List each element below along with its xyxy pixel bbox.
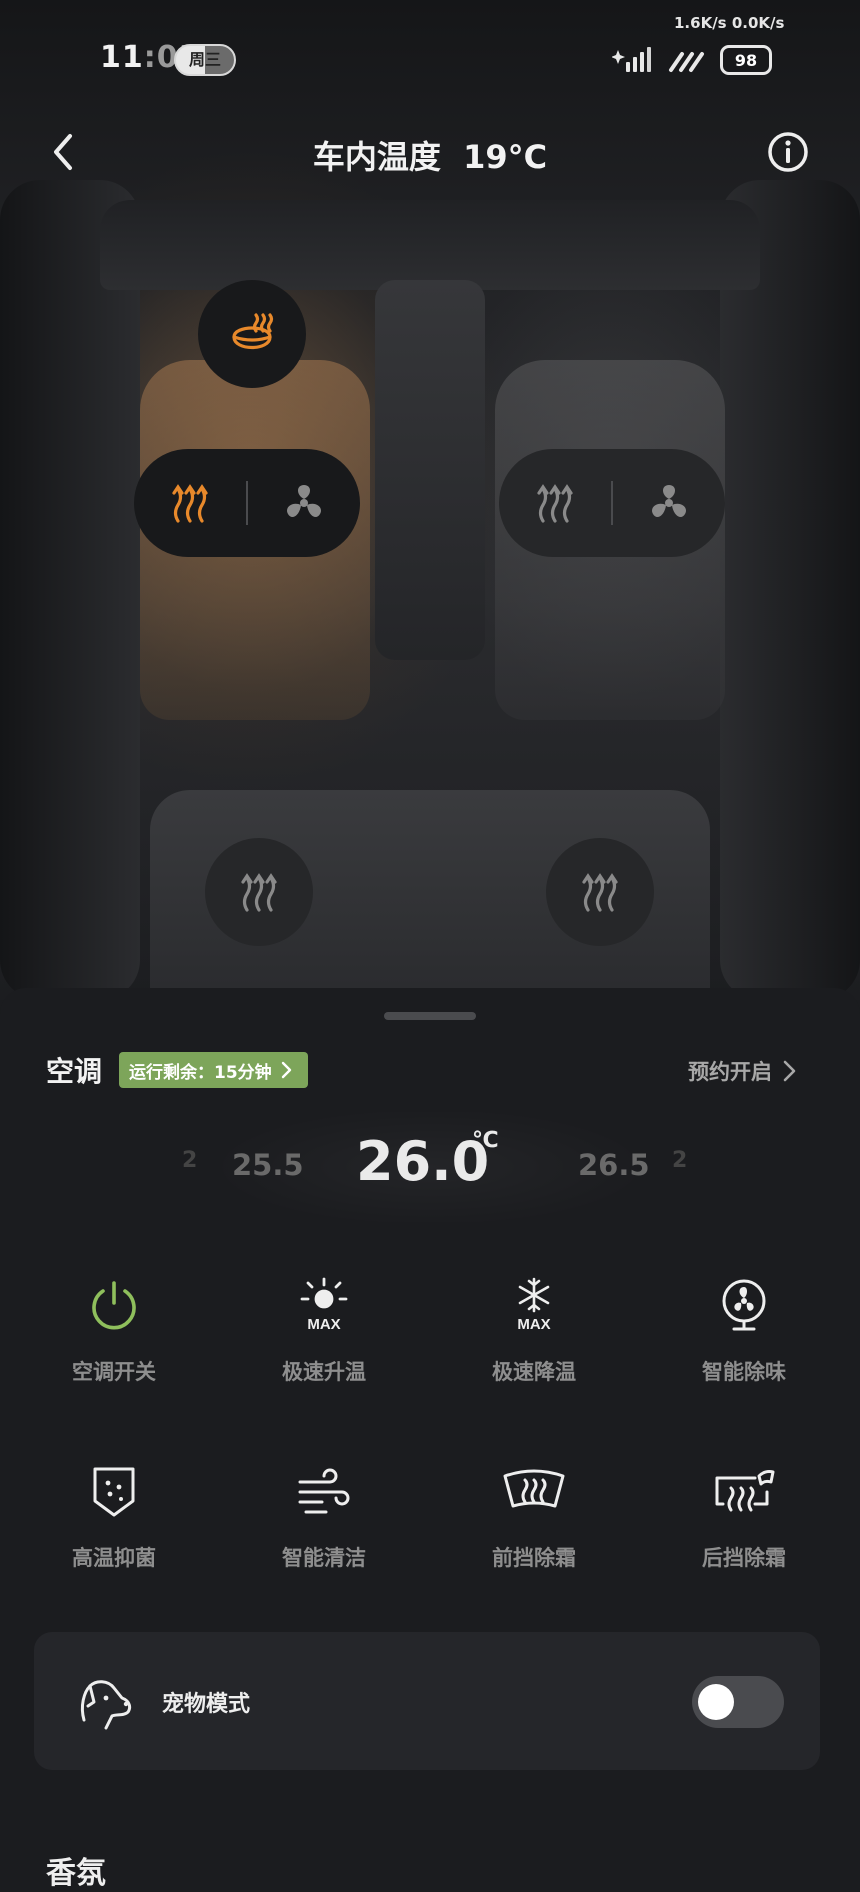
front-defrost-icon	[503, 1469, 565, 1508]
rear-defrost-button[interactable]: 后挡除霜	[654, 1456, 834, 1586]
dog-icon	[80, 1680, 132, 1730]
smart-deodorize-button[interactable]: 智能除味	[654, 1270, 834, 1400]
front-left-seat-controls	[134, 449, 360, 557]
func-label: 智能除味	[702, 1360, 786, 1384]
front-defrost-button[interactable]: 前挡除霜	[444, 1456, 624, 1586]
pet-mode-card: 宠物模式	[34, 1632, 820, 1770]
seat-heat-icon	[241, 873, 277, 912]
chevron-right-icon	[783, 1060, 796, 1082]
temperature-picker[interactable]: 2 25.5 26.0 ℃ 26.5 2	[170, 1112, 690, 1222]
battery-level: 98	[734, 50, 758, 70]
car-left-door	[0, 180, 140, 1000]
steering-wheel-heat-button[interactable]	[198, 280, 306, 388]
fan-icon	[722, 1279, 766, 1331]
front-right-seat-vent-button[interactable]	[613, 449, 725, 557]
pet-mode-toggle[interactable]	[692, 1676, 784, 1728]
network-speed: 1.6K/s 0.0K/s	[674, 14, 785, 32]
signal-icon	[612, 47, 651, 72]
func-label: 后挡除霜	[702, 1546, 786, 1570]
seat-fan-icon	[652, 485, 686, 518]
high-temp-sterilize-button[interactable]: 高温抑菌	[24, 1456, 204, 1586]
seat-heat-icon	[172, 484, 208, 523]
shield-dots-icon	[93, 1467, 135, 1517]
func-label: 极速降温	[492, 1360, 576, 1384]
toggle-knob	[698, 1684, 734, 1720]
car-right-door	[720, 180, 860, 1000]
steering-heat-icon	[232, 313, 274, 350]
seat-heat-icon	[582, 873, 618, 912]
info-button[interactable]	[766, 130, 810, 174]
schedule-text: 预约开启	[688, 1060, 772, 1084]
status-bar: 11:05 周三 1.6K/s 0.0K/s 98	[0, 0, 860, 110]
func-label: 前挡除霜	[492, 1546, 576, 1570]
front-left-seat-vent-button[interactable]	[248, 449, 360, 557]
smart-clean-button[interactable]: 智能清洁	[234, 1456, 414, 1586]
top-nav: 车内温度 19°C	[0, 120, 860, 190]
seat-heat-icon	[537, 484, 573, 523]
current-temperature: 26.0	[356, 1130, 490, 1193]
temp-option-far-left: 2	[182, 1148, 198, 1173]
svg-text:MAX: MAX	[307, 1316, 340, 1333]
page-title: 车内温度 19°C	[0, 132, 860, 178]
next-section-title: 香氛	[46, 1856, 106, 1891]
rapid-cool-button[interactable]: MAX 极速降温	[444, 1270, 624, 1400]
power-icon	[92, 1281, 136, 1330]
info-icon	[768, 132, 808, 172]
weekday-badge: 周三	[174, 44, 236, 76]
battery-icon: 98	[720, 45, 772, 75]
wifi-icon	[669, 52, 704, 72]
func-label: 极速升温	[282, 1360, 366, 1384]
status-icons: 98	[612, 42, 772, 78]
car-dashboard	[100, 200, 760, 290]
runtime-badge[interactable]: 运行剩余：15分钟	[119, 1052, 308, 1088]
func-label: 高温抑菌	[72, 1546, 156, 1570]
wind-icon	[298, 1468, 350, 1514]
clock-hour: 11	[100, 40, 144, 75]
func-label: 空调开关	[72, 1360, 156, 1384]
page-title-text: 车内温度	[312, 138, 441, 176]
func-label: 智能清洁	[282, 1546, 366, 1570]
cabin-temperature: 19°C	[463, 138, 548, 176]
temp-option-next[interactable]: 26.5	[578, 1148, 650, 1182]
ac-power-button[interactable]: 空调开关	[24, 1270, 204, 1400]
rapid-heat-button[interactable]: MAX 极速升温	[234, 1270, 414, 1400]
temp-option-prev[interactable]: 25.5	[232, 1148, 304, 1182]
snowflake-max-icon: MAX	[517, 1277, 551, 1333]
front-left-seat-heat-button[interactable]	[134, 449, 246, 557]
panel-drag-handle[interactable]	[384, 1012, 476, 1020]
schedule-link[interactable]: 预约开启	[688, 1056, 796, 1086]
ac-title: 空调	[46, 1055, 103, 1088]
seat-fan-icon	[287, 485, 321, 518]
runtime-text: 运行剩余：15分钟	[129, 1062, 272, 1083]
temperature-unit: ℃	[472, 1128, 499, 1153]
rear-left-seat-heat-button[interactable]	[205, 838, 313, 946]
front-right-seat-heat-button[interactable]	[499, 449, 611, 557]
chevron-right-icon	[281, 1061, 291, 1079]
center-console	[375, 280, 485, 660]
rear-right-seat-heat-button[interactable]	[546, 838, 654, 946]
pet-mode-label: 宠物模式	[162, 1692, 251, 1717]
front-right-seat-controls	[499, 449, 725, 557]
svg-text:MAX: MAX	[517, 1316, 550, 1333]
temp-option-far-right: 2	[672, 1148, 688, 1173]
rear-defrost-icon	[715, 1470, 775, 1512]
sun-max-icon: MAX	[300, 1277, 348, 1333]
